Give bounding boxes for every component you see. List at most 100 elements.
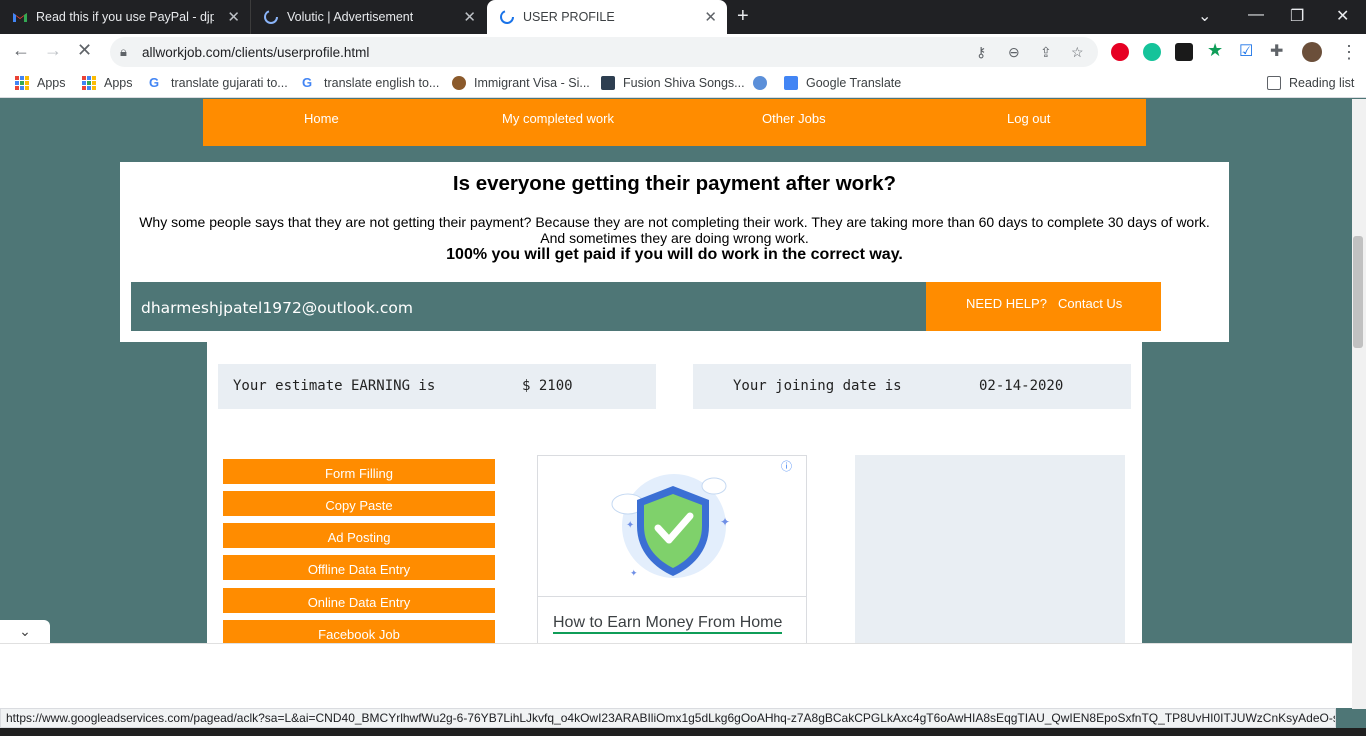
bookmark-label: translate gujarati to... (171, 76, 288, 90)
gmail-icon (12, 9, 28, 25)
extension-icon[interactable] (1175, 43, 1193, 61)
new-tab-plus-icon[interactable]: + (737, 5, 749, 28)
nav-other-jobs[interactable]: Other Jobs (762, 111, 826, 126)
earning-box: Your estimate EARNING is $ 2100 (218, 364, 656, 409)
scrollbar-thumb[interactable] (1353, 236, 1363, 348)
svg-text:✦: ✦ (720, 515, 730, 529)
service-offline-data-entry[interactable]: Offline Data Entry (223, 555, 495, 580)
tab-user-profile[interactable]: USER PROFILE ✕ (487, 0, 727, 34)
contact-us-link[interactable]: Contact Us (1058, 296, 1122, 311)
bookmark-translate-gujarati[interactable]: G translate gujarati to... (149, 75, 288, 91)
tab-volutic[interactable]: Volutic | Advertisement ✕ (250, 0, 486, 34)
bookmark-label: Apps (37, 76, 66, 90)
music-icon (601, 76, 615, 90)
stop-loading-icon[interactable]: ✕ (77, 40, 92, 61)
ad-placeholder (855, 455, 1125, 643)
puzzle-icon[interactable]: ✚ (1270, 41, 1288, 60)
tab-title: Volutic | Advertisement (287, 10, 414, 24)
address-bar[interactable]: 🔒︎ allworkjob.com/clients/userprofile.ht… (110, 37, 1098, 67)
bookmark-label: Google Translate (806, 76, 902, 90)
lock-icon: 🔒︎ (120, 44, 127, 59)
address-url: allworkjob.com/clients/userprofile.html (142, 45, 370, 60)
service-online-data-entry[interactable]: Online Data Entry (223, 588, 495, 613)
nav-completed-work[interactable]: My completed work (502, 111, 614, 126)
notice-line-2: And sometimes they are doing wrong work. (540, 230, 809, 246)
key-icon[interactable]: ⚷ (976, 44, 986, 61)
notice-title: Is everyone getting their payment after … (452, 172, 897, 195)
ad-headline-link[interactable]: How to Earn Money From Home (553, 614, 783, 634)
loading-spinner-icon (263, 9, 279, 25)
tab-strip: Read this if you use PayPal - djpa ✕ Vol… (0, 0, 1366, 34)
forward-arrow-icon[interactable]: → (44, 40, 62, 61)
google-g-icon: G (149, 75, 160, 90)
earning-value: $ 2100 (522, 378, 573, 394)
joining-box: Your joining date is 02-14-2020 (693, 364, 1131, 409)
bookmark-apps[interactable]: Apps (15, 76, 66, 90)
pinterest-icon[interactable] (1111, 43, 1129, 61)
service-ad-posting[interactable]: Ad Posting (223, 523, 495, 548)
tab-gmail[interactable]: Read this if you use PayPal - djpa ✕ (0, 0, 250, 34)
user-email: dharmeshjpatel1972@outlook.com (141, 299, 413, 317)
ad-divider (538, 596, 806, 597)
share-icon[interactable]: ⇪ (1040, 44, 1052, 61)
service-facebook-job[interactable]: Facebook Job (223, 620, 495, 643)
notice-line-1: Why some people says that they are not g… (139, 214, 1210, 230)
service-copy-paste[interactable]: Copy Paste (223, 491, 495, 516)
bookmark-apps-2[interactable]: Apps (82, 76, 133, 90)
joining-value: 02-14-2020 (979, 378, 1064, 394)
reading-list-label: Reading list (1289, 76, 1355, 90)
page-viewport: Home My completed work Other Jobs Log ou… (0, 99, 1352, 643)
bookmark-globe[interactable] (753, 76, 775, 90)
bookmark-label: Apps (104, 76, 133, 90)
google-g-icon: G (302, 75, 313, 90)
info-icon[interactable]: ⓘ (781, 458, 792, 474)
tab-title: USER PROFILE (523, 10, 615, 24)
grammarly-icon[interactable] (1143, 43, 1161, 61)
bookmark-google-translate[interactable]: Google Translate (784, 76, 901, 90)
browser-toolbar: ← → ✕ 🔒︎ allworkjob.com/clients/userprof… (0, 34, 1366, 70)
bottom-ad-bar (0, 643, 1352, 708)
bookmark-star-icon[interactable]: ☆ (1071, 44, 1084, 61)
tab-search-chevron-icon[interactable]: ⌄ (1198, 6, 1211, 26)
zoom-out-icon[interactable]: ⊖ (1008, 44, 1020, 61)
svg-text:✦: ✦ (630, 568, 638, 578)
restore-icon[interactable]: ❐ (1290, 6, 1304, 26)
close-icon[interactable]: ✕ (704, 8, 717, 26)
need-help-label: NEED HELP? (966, 296, 1047, 311)
nav-logout[interactable]: Log out (1007, 111, 1050, 126)
collapse-chevron-icon[interactable]: ⌄ (0, 620, 50, 643)
service-form-filling[interactable]: Form Filling (223, 459, 495, 484)
bookmark-label: Fusion Shiva Songs... (623, 76, 745, 90)
menu-dots-icon[interactable]: ⋮ (1340, 42, 1358, 63)
bookmarks-bar: Apps Apps G translate gujarati to... G t… (0, 70, 1366, 98)
globe-icon (753, 76, 767, 90)
window-close-icon[interactable]: ✕ (1336, 6, 1349, 26)
help-button[interactable]: NEED HELP? Contact Us (926, 282, 1161, 331)
notice-guarantee: 100% you will get paid if you will do wo… (446, 246, 903, 263)
scrollbar[interactable] (1352, 99, 1366, 709)
bookmark-immigrant-visa[interactable]: Immigrant Visa - Si... (452, 76, 590, 90)
bookmark-label: Immigrant Visa - Si... (474, 76, 590, 90)
bookmark-fusion-shiva[interactable]: Fusion Shiva Songs... (601, 76, 745, 90)
status-url-bubble: https://www.googleadservices.com/pagead/… (0, 708, 1336, 728)
tab-title: Read this if you use PayPal - djpa (36, 10, 214, 24)
advertisement[interactable]: ⓘ ✦ ✦ ✦ How to Earn Money From Home (537, 455, 807, 643)
apps-grid-icon (82, 76, 96, 90)
payment-notice-card: Is everyone getting their payment after … (120, 162, 1229, 342)
reading-list[interactable]: Reading list (1267, 76, 1354, 90)
bookmark-translate-english[interactable]: G translate english to... (302, 75, 439, 91)
site-nav: Home My completed work Other Jobs Log ou… (203, 99, 1146, 146)
back-arrow-icon[interactable]: ← (12, 40, 30, 61)
svg-text:✦: ✦ (626, 520, 634, 531)
avatar[interactable] (1302, 42, 1322, 62)
close-icon[interactable]: ✕ (463, 8, 476, 26)
seal-icon (452, 76, 466, 90)
star-extension-icon[interactable]: ★ (1207, 40, 1225, 60)
checklist-icon[interactable]: ☑ (1239, 41, 1257, 60)
minimize-icon[interactable]: — (1248, 6, 1264, 24)
notice-description: Why some people says that they are not g… (120, 214, 1229, 246)
close-icon[interactable]: ✕ (227, 8, 240, 26)
apps-grid-icon (15, 76, 29, 90)
nav-home[interactable]: Home (304, 111, 339, 126)
reading-list-icon (1267, 76, 1281, 90)
